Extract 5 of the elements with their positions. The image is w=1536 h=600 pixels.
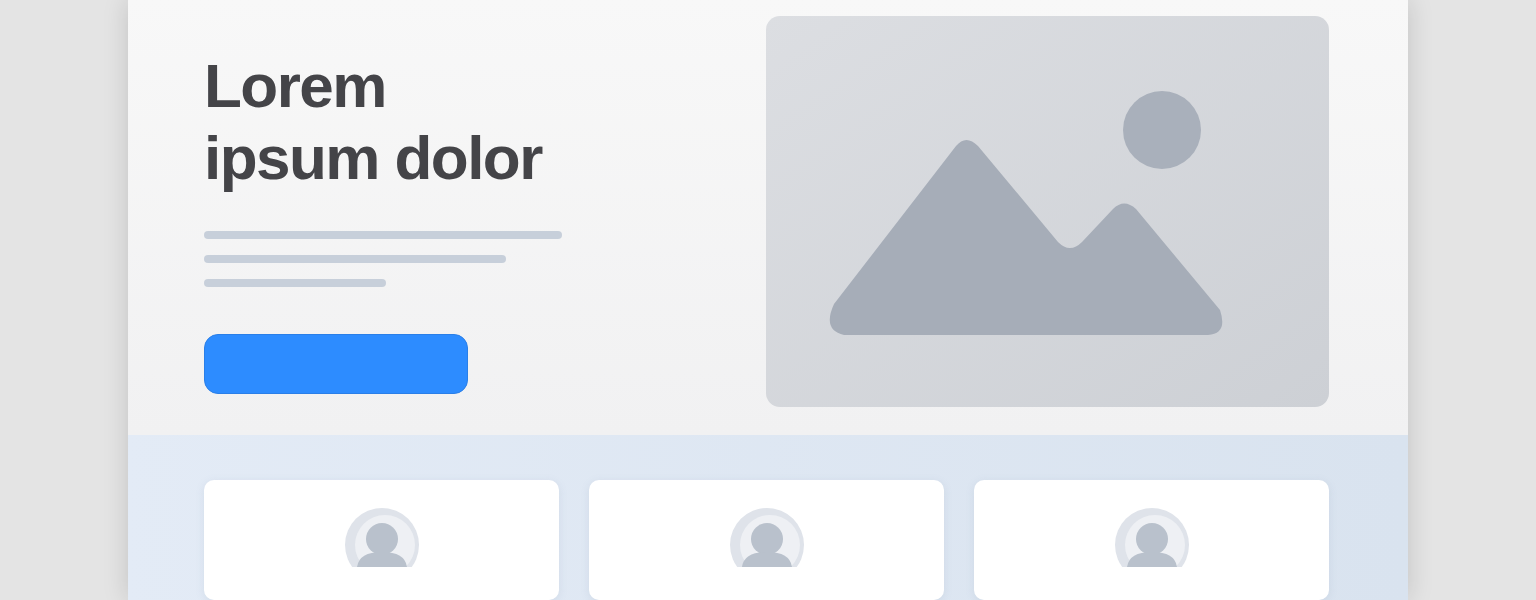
- avatar-icon: [1114, 508, 1189, 567]
- avatar-icon: [344, 508, 419, 567]
- avatar-icon: [729, 508, 804, 567]
- primary-button[interactable]: [204, 334, 468, 394]
- hero-heading: Lorem ipsum dolor: [204, 50, 544, 194]
